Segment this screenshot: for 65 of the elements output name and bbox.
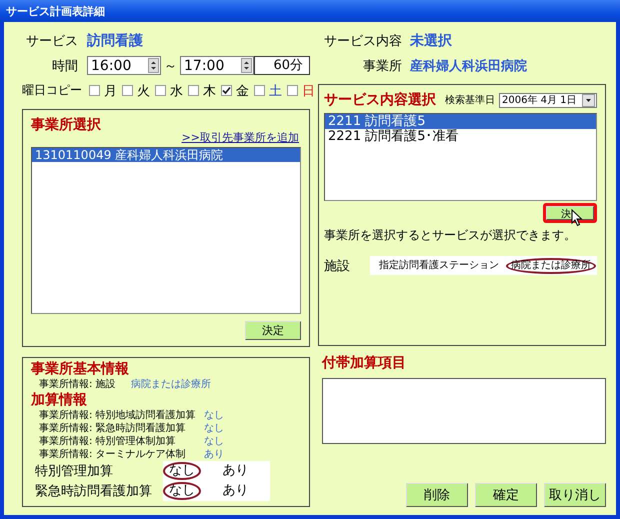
list-item[interactable]: 1310110049 産科婦人科浜田病院 [32,148,300,162]
day-label: 火 [137,82,150,100]
service-value: 訪問看護 [87,32,143,50]
checkbox[interactable] [254,85,265,96]
date-label: 検索基準日 [445,94,495,107]
checkbox[interactable] [89,85,100,96]
option-choice[interactable]: あり [216,482,254,500]
option-choice[interactable]: なし [163,482,200,500]
info-value: なし [204,435,224,448]
day-label: 木 [203,82,216,100]
info-value: あり [204,448,224,461]
checkbox[interactable] [287,85,298,96]
info-label: 事業所情報: 特別地域訪問看護加算 [39,409,197,422]
list-item[interactable]: 2221 訪問看護5･准看 [325,129,596,144]
panel-title: 事業所選択 [31,116,102,134]
info-value: なし [204,409,224,422]
day-label: 日 [302,82,315,100]
checkbox[interactable] [221,85,232,96]
checkbox[interactable] [155,85,166,96]
start-time-field[interactable]: 16:00 [87,56,161,75]
action-button[interactable]: 確定 [475,483,537,507]
window-title: サービス計画表詳細 [6,4,105,18]
day-copy-label: 曜日コピー [22,82,82,99]
day-label: 水 [170,82,183,100]
confirm-button[interactable]: 決定 [245,321,301,340]
spinner-icon[interactable] [241,58,252,73]
mouse-pointer-icon [571,209,583,227]
section-title: 加算情報 [31,391,88,409]
info-label: 事業所情報: 特別管理体制加算 [39,435,177,448]
section-title: 事業所基本情報 [31,360,130,378]
spinner-icon[interactable] [148,58,159,73]
day-label: 金 [236,82,249,100]
field-label: 時間 [51,58,78,74]
date-dropdown[interactable]: 2006年 4月 1日 [499,92,597,108]
end-time-field[interactable]: 17:00 [180,56,254,75]
service-content-value: 未選択 [410,32,452,50]
facility-choice[interactable]: 病院または診療所 [506,258,596,274]
day-label: 月 [104,82,117,100]
option-label: 特別管理加算 [35,463,114,480]
info-label: 事業所情報: 緊急時訪問看護加算 [39,422,187,435]
option-choice[interactable]: あり [216,462,254,480]
action-button[interactable]: 削除 [406,483,468,507]
add-office-link[interactable]: >>取引先事業所を追加 [182,130,299,145]
checkbox[interactable] [122,85,133,96]
info-label: 事業所情報: ターミナルケア体制 [39,448,187,461]
panel-title: サービス内容選択 [324,91,436,109]
duration-field: 60分 [254,56,310,75]
action-button[interactable]: 取り消し [544,483,606,507]
facility-choice[interactable]: 指定訪問看護ステーション [374,258,504,274]
field-label: サービス内容 [323,32,402,50]
section-title: 付帯加算項目 [322,354,407,372]
confirm-button[interactable]: 決 [546,206,594,220]
day-label: 土 [269,82,282,100]
info-label: 事業所情報: 施設 [39,378,117,391]
field-label: サービス [25,32,78,50]
range-separator: ～ [164,58,177,74]
checkbox[interactable] [188,85,199,96]
info-value: なし [204,422,224,435]
office-value: 産科婦人科浜田病院 [410,58,527,74]
facility-label: 施設 [324,258,351,274]
option-label: 緊急時訪問看護加算 [35,483,153,500]
field-label: 事業所 [362,58,402,74]
list-item[interactable]: 2211 訪問看護5 [325,114,596,129]
hint-text: 事業所を選択するとサービスが選択できます。 [324,227,577,244]
info-value: 病院または診療所 [131,378,211,391]
